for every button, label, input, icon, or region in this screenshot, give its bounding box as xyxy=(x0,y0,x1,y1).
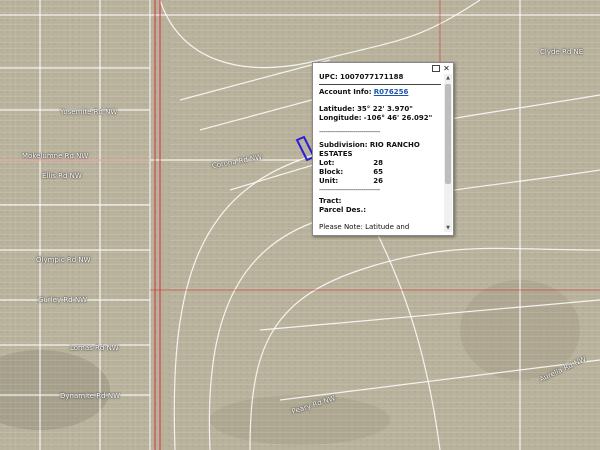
popup-content: UPC: 1007077171188 Account Info: R076256… xyxy=(319,73,441,231)
separator: ------------------------------ xyxy=(319,128,380,136)
road-label: Olympic Rd NW xyxy=(36,256,91,264)
road-label: Clyde Rd NE xyxy=(540,48,584,56)
tract-label: Tract: xyxy=(319,197,342,205)
close-icon[interactable]: ✕ xyxy=(442,64,451,73)
road-label: Lomas Rd NW xyxy=(70,344,119,352)
map-canvas[interactable]: Clyde Rd NE Yosemite Rd NW Mokelumne Rd … xyxy=(0,0,600,450)
scrollbar-thumb[interactable] xyxy=(445,84,451,184)
separator: ------------------------------ xyxy=(319,186,380,194)
longitude-value: -106° 46' 26.092" xyxy=(363,114,433,122)
longitude-line: Longitude: -106° 46' 26.092" xyxy=(319,114,441,123)
account-link[interactable]: R076256 xyxy=(374,88,409,96)
unit-label: Unit: xyxy=(319,177,339,185)
aerial-imagery xyxy=(0,0,600,450)
unit-value: 26 xyxy=(373,177,383,185)
divider xyxy=(319,84,441,85)
lot-label: Lot: xyxy=(319,159,335,167)
block-value: 65 xyxy=(373,168,383,176)
road-label: Dynamite Rd NW xyxy=(60,392,120,400)
road-label: Mokelumne Rd NW xyxy=(22,152,89,160)
popup-note: Please Note: Latitude and Longitude is t… xyxy=(319,223,410,231)
latitude-label: Latitude: xyxy=(319,105,355,113)
account-line: Account Info: R076256 xyxy=(319,88,441,97)
road-label: Yosemite Rd NW xyxy=(60,108,118,116)
road-label: Ellis Rd NW xyxy=(42,172,82,180)
longitude-label: Longitude: xyxy=(319,114,362,122)
unit-row: Unit: 26 xyxy=(319,177,441,186)
scroll-down-icon[interactable]: ▼ xyxy=(444,224,452,232)
lot-value: 28 xyxy=(373,159,383,167)
minimize-icon[interactable] xyxy=(432,65,440,72)
parcel-info-popup: ✕ UPC: 1007077171188 Account Info: R0762… xyxy=(312,62,454,236)
scroll-up-icon[interactable]: ▲ xyxy=(444,74,452,82)
latitude-value: 35° 22' 3.970" xyxy=(357,105,413,113)
upc-line: UPC: 1007077171188 xyxy=(319,73,441,82)
popup-scrollbar[interactable]: ▲ ▼ xyxy=(444,74,452,232)
account-label: Account Info: xyxy=(319,88,372,96)
upc-label: UPC: xyxy=(319,73,338,81)
upc-value: 1007077171188 xyxy=(340,73,404,81)
block-label: Block: xyxy=(319,168,344,176)
subdivision-line: Subdivision: RIO RANCHO ESTATES xyxy=(319,141,441,159)
parcel-label: Parcel Des.: xyxy=(319,206,367,214)
subdivision-label: Subdivision: xyxy=(319,141,368,149)
road-label: Gurley Rd NW xyxy=(38,296,88,304)
block-row: Block: 65 xyxy=(319,168,441,177)
lot-row: Lot: 28 xyxy=(319,159,441,168)
latitude-line: Latitude: 35° 22' 3.970" xyxy=(319,105,441,114)
